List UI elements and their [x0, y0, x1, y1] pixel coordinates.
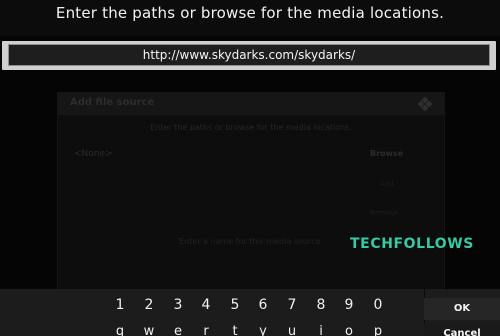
key-p[interactable]: p — [369, 324, 387, 336]
dialog-title: Add file source — [70, 97, 155, 108]
kodi-logo-icon — [417, 96, 433, 112]
dialog-add-button: Add — [380, 180, 394, 188]
background-dialog: Add file source Enter the paths or brows… — [57, 92, 445, 294]
key-3[interactable]: 3 — [169, 297, 187, 313]
watermark-logo: TECHFOLLOWS — [350, 236, 474, 252]
key-e[interactable]: e — [169, 324, 187, 336]
cancel-button[interactable]: Cancel — [424, 323, 500, 336]
key-o[interactable]: o — [340, 324, 358, 336]
key-5[interactable]: 5 — [226, 297, 244, 313]
url-input[interactable] — [8, 44, 490, 66]
key-1[interactable]: 1 — [111, 297, 129, 313]
key-0[interactable]: 0 — [369, 297, 387, 313]
dialog-remove-button: Remove — [370, 209, 399, 217]
key-9[interactable]: 9 — [340, 297, 358, 313]
key-8[interactable]: 8 — [312, 297, 330, 313]
key-t[interactable]: t — [226, 324, 244, 336]
key-u[interactable]: u — [283, 324, 301, 336]
key-w[interactable]: w — [140, 324, 158, 336]
key-r[interactable]: r — [197, 324, 215, 336]
dialog-browse-button: Browse — [370, 149, 404, 158]
key-q[interactable]: q — [111, 324, 129, 336]
ok-button[interactable]: OK — [424, 298, 500, 320]
dialog-path-field: <None> — [74, 149, 113, 159]
key-2[interactable]: 2 — [140, 297, 158, 313]
key-i[interactable]: i — [312, 324, 330, 336]
key-4[interactable]: 4 — [197, 297, 215, 313]
dialog-subtitle: Enter the paths or browse for the media … — [150, 123, 352, 132]
key-6[interactable]: 6 — [254, 297, 272, 313]
key-y[interactable]: y — [254, 324, 272, 336]
header-prompt: Enter the paths or browse for the media … — [55, 4, 445, 22]
key-7[interactable]: 7 — [283, 297, 301, 313]
